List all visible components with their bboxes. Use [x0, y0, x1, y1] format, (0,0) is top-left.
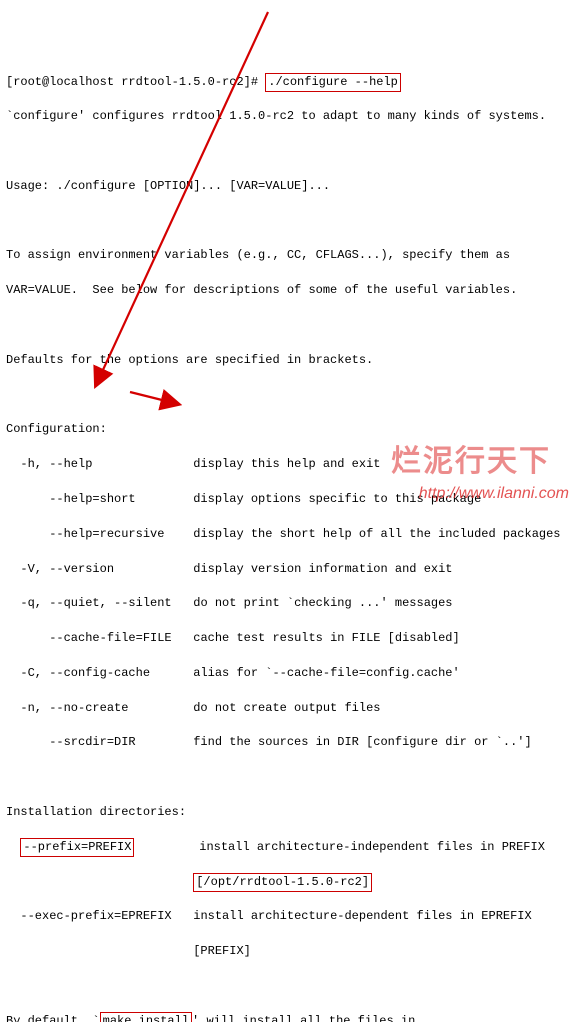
option-desc: do not create output files [193, 701, 380, 715]
output-line: VAR=VALUE. See below for descriptions of… [6, 282, 569, 299]
option: -V, --version [6, 562, 114, 576]
output-line: `configure' configures rrdtool 1.5.0-rc2… [6, 108, 569, 125]
output-line: Usage: ./configure [OPTION]... [VAR=VALU… [6, 178, 569, 195]
option-desc: display this help and exit [193, 457, 380, 471]
option: --srcdir=DIR [6, 735, 136, 749]
output-line: To assign environment variables (e.g., C… [6, 247, 569, 264]
shell-prompt: [root@localhost rrdtool-1.5.0-rc2]# [6, 75, 265, 89]
section-header: Installation directories: [6, 804, 569, 821]
option: --help=short [6, 492, 136, 506]
option: --cache-file=FILE [6, 631, 172, 645]
watermark-url: http://www.ilanni.com [419, 482, 569, 505]
output-line: ' will install all the files in [192, 1014, 415, 1022]
option: -n, --no-create [6, 701, 128, 715]
make-install: make install [100, 1012, 192, 1022]
option-desc: install architecture-dependent files in … [193, 909, 531, 923]
option: --help=recursive [6, 527, 164, 541]
option: -h, --help [6, 457, 92, 471]
command-input: ./configure --help [265, 73, 401, 92]
option-desc: install architecture-independent files i… [199, 840, 545, 854]
option-desc: do not print `checking ...' messages [193, 596, 452, 610]
option: -C, --config-cache [6, 666, 150, 680]
option-desc: alias for `--cache-file=config.cache' [193, 666, 459, 680]
watermark-text: 烂泥行天下 [391, 440, 551, 484]
output-line: By default, ` [6, 1014, 100, 1022]
option-desc: display the short help of all the includ… [193, 527, 560, 541]
option-desc: find the sources in DIR [configure dir o… [193, 735, 531, 749]
prefix-option: --prefix=PREFIX [20, 838, 134, 857]
option: --exec-prefix=EPREFIX [6, 909, 172, 923]
section-header: Configuration: [6, 421, 569, 438]
output-line: [PREFIX] [6, 943, 569, 960]
output-line: Defaults for the options are specified i… [6, 352, 569, 369]
option-desc: cache test results in FILE [disabled] [193, 631, 459, 645]
option-desc: display version information and exit [193, 562, 452, 576]
option: -q, --quiet, --silent [6, 596, 172, 610]
prefix-default: [/opt/rrdtool-1.5.0-rc2] [193, 873, 372, 892]
